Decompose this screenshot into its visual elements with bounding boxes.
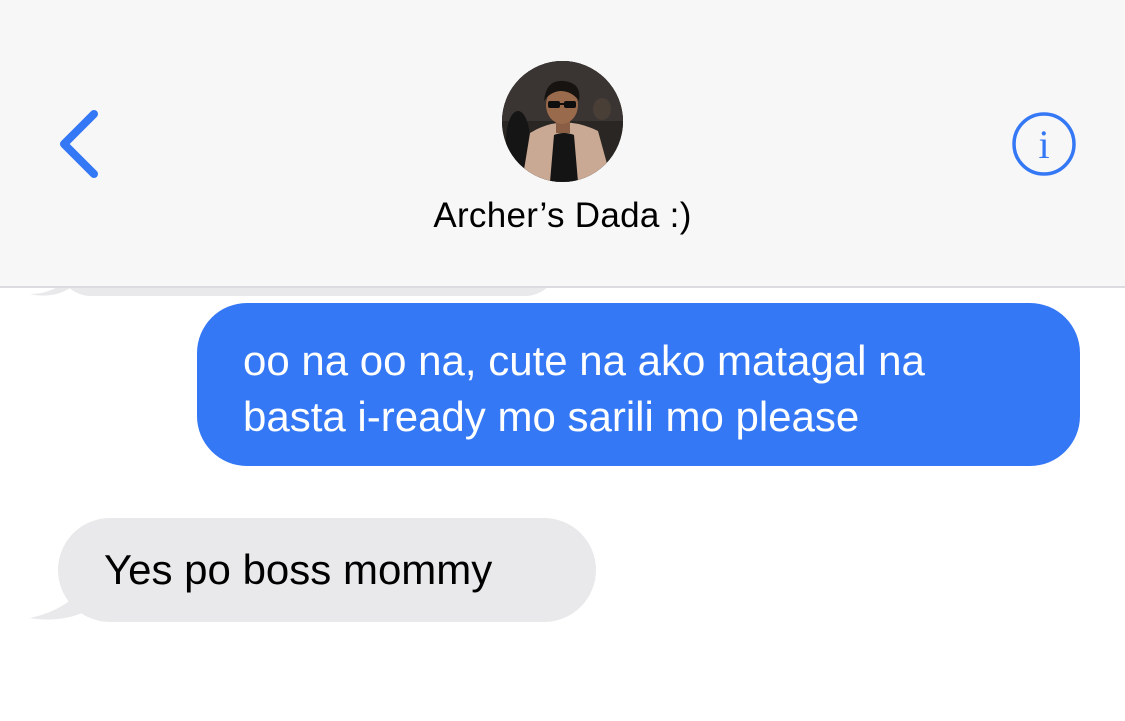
message-text: Yes po boss mommy bbox=[104, 546, 493, 593]
message-text-line: oo na oo na, cute na ako matagal na bbox=[243, 337, 925, 384]
back-button[interactable] bbox=[52, 106, 108, 182]
message-text-line: basta i-ready mo sarili mo please bbox=[243, 393, 860, 440]
incoming-message-bubble[interactable]: Yes po boss mommy bbox=[58, 518, 596, 622]
avatar-photo bbox=[502, 61, 623, 182]
chevron-left-icon bbox=[60, 110, 98, 178]
info-circle-icon: i bbox=[1012, 112, 1076, 176]
outgoing-message-bubble[interactable]: oo na oo na, cute na ako matagal na bast… bbox=[197, 303, 1080, 466]
info-button[interactable]: i bbox=[1010, 110, 1078, 178]
conversation-header: Archer’s Dada :) i bbox=[0, 0, 1125, 288]
contact-avatar[interactable] bbox=[502, 61, 623, 182]
svg-text:i: i bbox=[1038, 122, 1049, 167]
contact-name[interactable]: Archer’s Dada :) bbox=[0, 196, 1125, 236]
messages-screen: Archer’s Dada :) i oo na oo na, cute na … bbox=[0, 0, 1125, 721]
